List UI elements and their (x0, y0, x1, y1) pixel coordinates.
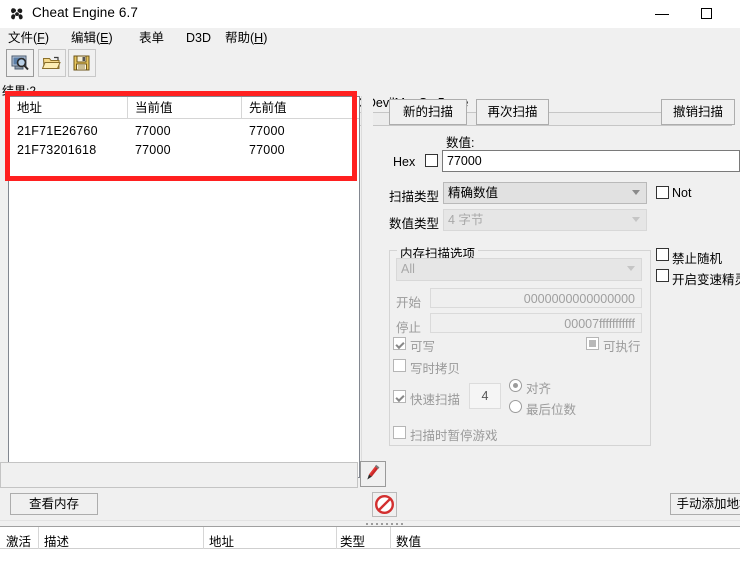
menu-table[interactable]: 表单 (136, 30, 167, 47)
address-column-address[interactable]: 地址 (209, 531, 234, 550)
new-scan-button[interactable]: 新的扫描 (389, 99, 467, 125)
value-type-label: 数值类型 (389, 217, 440, 231)
red-pen-icon (367, 464, 380, 480)
chevron-down-icon (627, 266, 635, 271)
no-random-label: 禁止随机 (672, 252, 723, 266)
results-column-current[interactable]: 当前值 (135, 100, 173, 119)
last-digits-radio[interactable] (509, 400, 522, 413)
address-table-header: 激活 描述 地址 类型 数值 (0, 527, 740, 549)
last-digits-label: 最后位数 (526, 403, 577, 417)
save-file-button[interactable] (68, 49, 96, 77)
menu-help[interactable]: 帮助(H) (222, 30, 270, 47)
add-address-button[interactable]: 手动添加地址 (670, 493, 740, 515)
open-file-button[interactable] (38, 49, 66, 77)
cell-previous: 77000 (249, 124, 285, 138)
results-column-previous[interactable]: 先前值 (249, 100, 287, 119)
speedhack-label: 开启变速精灵 (672, 273, 740, 287)
cell-current: 77000 (135, 143, 171, 157)
minimize-button[interactable] (640, 0, 685, 28)
not-checkbox[interactable] (656, 186, 669, 199)
edit-pen-button[interactable] (360, 461, 386, 487)
cheat-engine-logo-icon (9, 6, 25, 22)
scan-results-header: 地址 当前值 先前值 (9, 97, 359, 119)
hex-label: Hex (393, 155, 416, 169)
executable-checkbox[interactable] (586, 337, 599, 350)
writable-label: 可写 (410, 340, 436, 354)
value-caption: 数值: (446, 136, 475, 150)
address-list-table[interactable]: 激活 描述 地址 类型 数值 (0, 526, 740, 561)
fast-scan-value-input[interactable]: 4 (469, 383, 501, 409)
column-divider[interactable] (127, 97, 128, 119)
memory-region-value: All (401, 262, 415, 276)
fast-scan-label: 快速扫描 (410, 393, 461, 407)
title-bar: Cheat Engine 6.7 (0, 0, 740, 29)
alignment-label: 对齐 (526, 382, 552, 396)
toolbar: 0000086C-DevilMayCry5.exe (0, 48, 740, 126)
pause-game-label: 扫描时暂停游戏 (410, 429, 498, 443)
address-column-value[interactable]: 数值 (396, 531, 421, 550)
stop-address-input[interactable]: 00007fffffffffff (430, 313, 642, 333)
cell-previous: 77000 (249, 143, 285, 157)
value-type-dropdown[interactable]: 4 字节 (443, 209, 647, 231)
copy-on-write-label: 写时拷贝 (410, 362, 461, 376)
writable-checkbox[interactable] (393, 337, 406, 350)
column-divider[interactable] (241, 97, 242, 119)
hex-checkbox[interactable] (425, 154, 438, 167)
copy-on-write-checkbox[interactable] (393, 359, 406, 372)
not-label: Not (672, 186, 692, 200)
process-select-button[interactable] (6, 49, 34, 77)
scan-value-input[interactable]: 77000 (442, 150, 740, 172)
fast-scan-checkbox[interactable] (393, 390, 406, 403)
undo-scan-button[interactable]: 撤销扫描 (661, 99, 735, 125)
memory-region-dropdown[interactable]: All (396, 258, 642, 281)
column-divider[interactable] (203, 527, 204, 549)
maximize-icon (701, 8, 712, 19)
cheat-engine-window: Cheat Engine 6.7 文件(F) 编辑(E) 表单 D3D 帮助(H… (0, 0, 740, 561)
results-scrollbar[interactable] (361, 96, 373, 476)
scan-type-value: 精确数值 (448, 186, 499, 200)
menu-file[interactable]: 文件(F) (5, 30, 52, 47)
maximize-button[interactable] (685, 0, 730, 28)
address-column-type[interactable]: 类型 (340, 531, 365, 550)
menu-edit[interactable]: 编辑(E) (68, 30, 116, 47)
no-random-checkbox[interactable] (656, 248, 669, 261)
stop-address-label: 停止 (396, 321, 422, 335)
table-row[interactable]: 21F71E26760 77000 77000 (9, 124, 359, 141)
column-divider[interactable] (390, 527, 391, 549)
pause-game-checkbox[interactable] (393, 426, 406, 439)
address-column-description[interactable]: 描述 (44, 531, 69, 550)
alignment-radio[interactable] (509, 379, 522, 392)
minimize-icon (655, 14, 669, 15)
save-disk-icon (73, 55, 90, 71)
scan-status-bar (0, 462, 358, 488)
scan-type-label: 扫描类型 (389, 190, 440, 204)
column-divider[interactable] (38, 527, 39, 549)
window-title: Cheat Engine 6.7 (32, 5, 138, 20)
menu-d3d[interactable]: D3D (183, 30, 214, 47)
next-scan-button[interactable]: 再次扫描 (476, 99, 549, 125)
cell-address: 21F73201618 (17, 143, 97, 157)
start-address-label: 开始 (396, 296, 422, 310)
splitter-grip (366, 523, 404, 525)
start-address-input[interactable]: 0000000000000000 (430, 288, 642, 308)
value-type-value: 4 字节 (448, 213, 484, 227)
chevron-down-icon (632, 190, 640, 195)
table-row[interactable]: 21F73201618 77000 77000 (9, 143, 359, 160)
speedhack-checkbox[interactable] (656, 269, 669, 282)
cell-current: 77000 (135, 124, 171, 138)
open-folder-icon (42, 56, 61, 69)
prohibition-icon (374, 494, 395, 515)
column-divider[interactable] (336, 527, 337, 549)
process-select-icon (11, 55, 29, 71)
address-column-active[interactable]: 激活 (6, 531, 31, 550)
scan-results-list[interactable]: 地址 当前值 先前值 21F71E26760 77000 77000 21F73… (8, 96, 360, 478)
stop-button[interactable] (372, 492, 397, 517)
scan-type-dropdown[interactable]: 精确数值 (443, 182, 647, 204)
chevron-down-icon (632, 217, 640, 222)
results-column-address[interactable]: 地址 (17, 100, 42, 119)
executable-label: 可执行 (603, 340, 641, 354)
view-memory-button[interactable]: 查看内存 (10, 493, 98, 515)
cell-address: 21F71E26760 (17, 124, 98, 138)
menu-bar: 文件(F) 编辑(E) 表单 D3D 帮助(H) (0, 28, 740, 48)
